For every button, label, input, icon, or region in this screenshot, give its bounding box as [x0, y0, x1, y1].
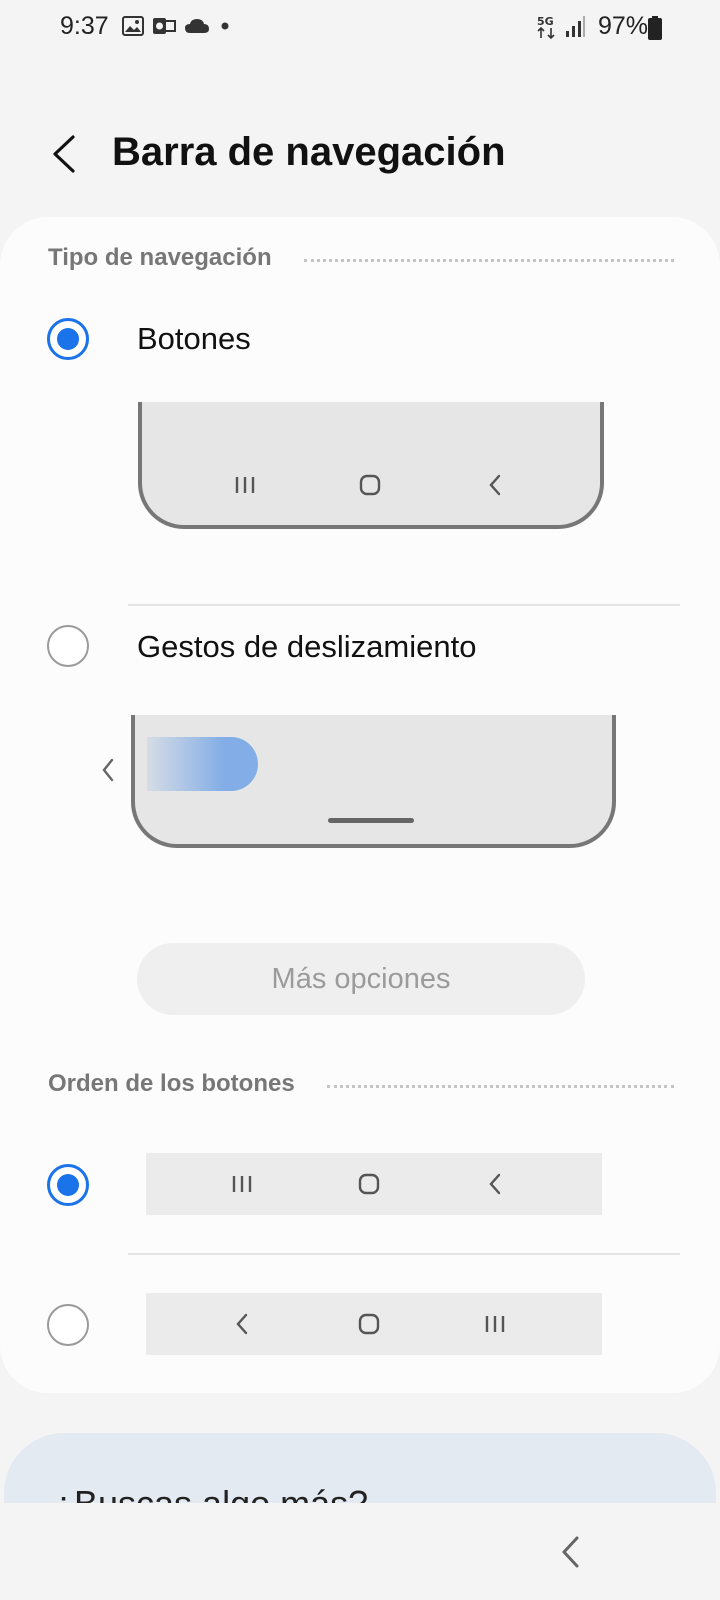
order-preview-1 [146, 1153, 602, 1215]
radio-order-2[interactable] [47, 1304, 89, 1346]
back-icon [482, 1171, 508, 1197]
recents-icon [229, 1171, 255, 1197]
signal-icon [566, 16, 585, 37]
battery-icon [648, 16, 662, 40]
recents-icon [482, 1311, 508, 1337]
settings-card: Tipo de navegación Botones Gestos de des… [0, 217, 720, 1393]
svg-text:5G: 5G [537, 15, 554, 28]
more-options-button[interactable]: Más opciones [137, 943, 585, 1015]
status-bar: 9:37 5G 97% [0, 0, 720, 56]
buttons-preview[interactable] [138, 402, 604, 529]
option-label-gestures: Gestos de deslizamiento [137, 629, 477, 664]
dot-icon [221, 22, 229, 30]
recents-icon [232, 472, 258, 498]
section-header-button-order: Orden de los botones [48, 1070, 674, 1098]
page-title: Barra de navegación [112, 130, 506, 174]
section-label: Orden de los botones [48, 1070, 295, 1097]
5g-icon: 5G [537, 15, 555, 40]
divider [128, 1253, 680, 1255]
radio-order-1[interactable] [47, 1164, 89, 1206]
swipe-gesture-indicator [147, 737, 258, 791]
system-navigation-bar [0, 1503, 720, 1600]
option-label-buttons: Botones [137, 321, 251, 356]
image-icon [122, 16, 144, 36]
system-back-button[interactable] [548, 1530, 592, 1574]
radio-buttons[interactable] [47, 318, 89, 360]
gesture-handle [328, 818, 414, 823]
back-icon [229, 1311, 255, 1337]
divider [128, 604, 680, 606]
battery-percent: 97% [597, 12, 648, 40]
home-icon [357, 472, 383, 498]
cloud-icon [185, 19, 209, 33]
system-back-icon [562, 1536, 579, 1568]
back-button[interactable] [40, 130, 88, 178]
order-preview-2 [146, 1293, 602, 1355]
home-icon [356, 1171, 382, 1197]
status-icons-right: 5G [536, 14, 586, 40]
home-icon [356, 1311, 382, 1337]
section-divider [326, 1084, 674, 1088]
gestures-preview[interactable] [131, 715, 616, 848]
back-arrow-icon [53, 135, 75, 173]
notification-icons [122, 16, 232, 36]
section-header-navigation-type: Tipo de navegación [48, 244, 674, 272]
header: Barra de navegación [0, 110, 720, 200]
radio-gestures[interactable] [47, 625, 89, 667]
gesture-back-hint-icon [102, 758, 114, 782]
outlook-icon [153, 18, 176, 34]
section-divider [303, 258, 674, 262]
back-icon [482, 472, 508, 498]
status-time: 9:37 [60, 12, 109, 40]
section-label: Tipo de navegación [48, 244, 272, 271]
